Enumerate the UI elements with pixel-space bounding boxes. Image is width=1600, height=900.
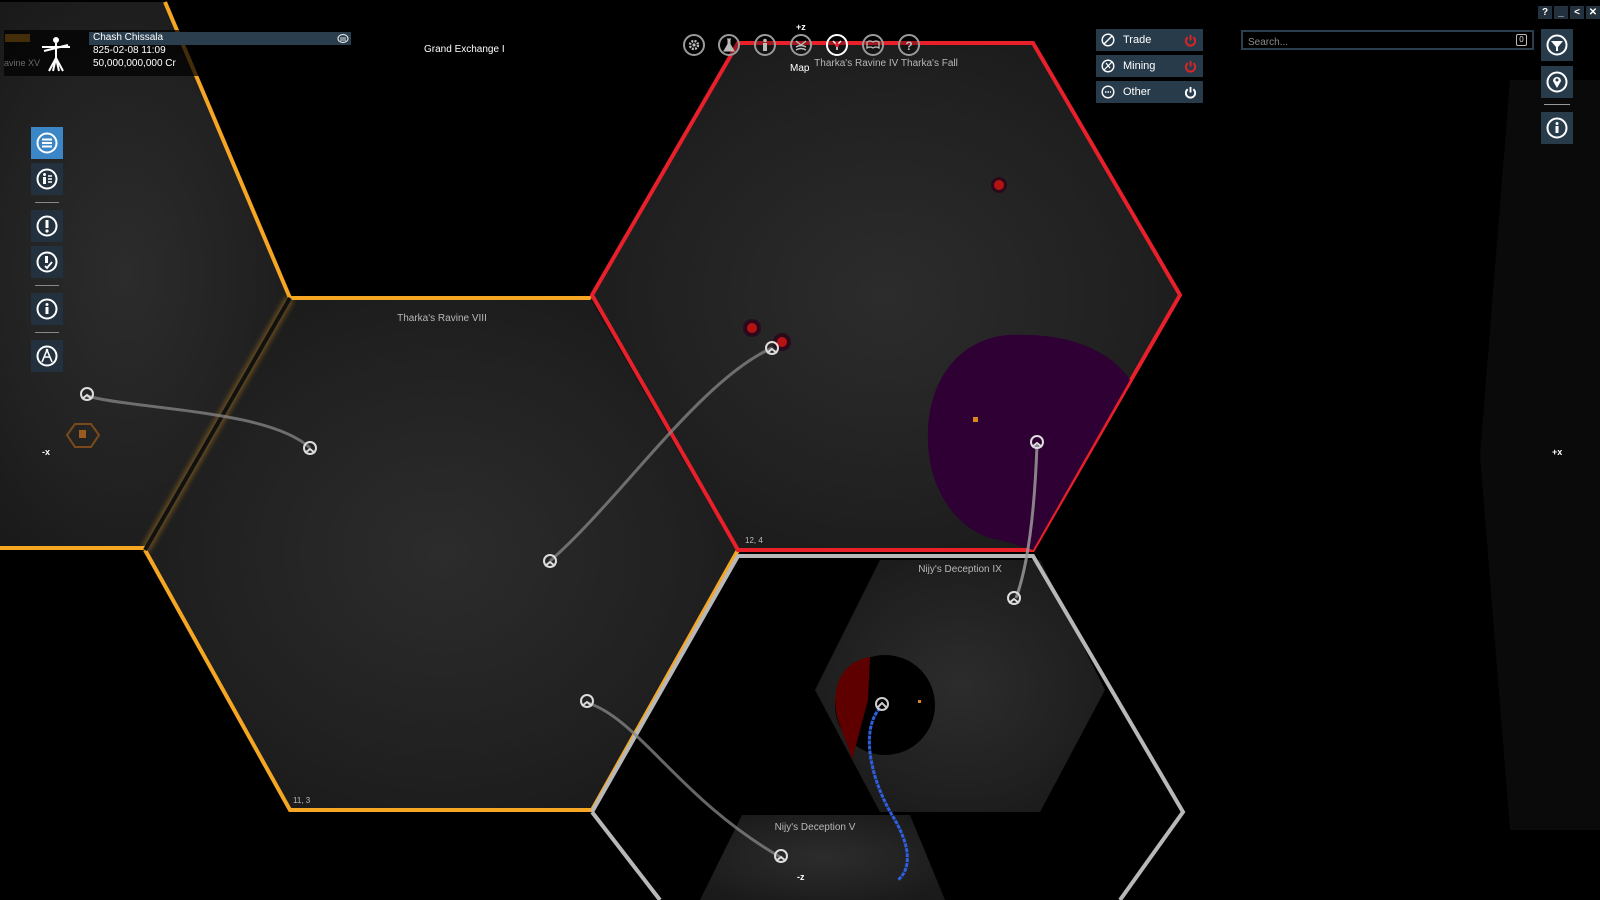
info-icon xyxy=(1546,117,1568,139)
search-box: 0 xyxy=(1241,30,1534,51)
left-sidebar-plot-course-button[interactable] xyxy=(31,340,63,372)
hostile-ship-core xyxy=(994,180,1004,190)
map-canvas[interactable]: Tharka's Ravine VIII 11, 3 Tharka's Ravi… xyxy=(0,0,1600,900)
map-icon xyxy=(832,40,842,50)
other-icon xyxy=(1101,85,1115,99)
filter-funnel-icon xyxy=(1546,34,1568,56)
toolbar-map-button[interactable] xyxy=(826,34,848,56)
right-sidebar-filter-button[interactable] xyxy=(1541,29,1573,61)
hostile-ship-core xyxy=(747,323,757,333)
filter-label: Trade xyxy=(1123,34,1152,46)
sector-name-label: Tharka's Ravine VIII xyxy=(397,313,487,324)
axis-label-plus-z: +z xyxy=(796,22,806,32)
player-info-panel: Chash Chissala 825-02-08 11:09 50,000,00… xyxy=(4,30,508,76)
left-sidebar-property-button[interactable] xyxy=(31,163,63,195)
player-location: Grand Exchange I xyxy=(424,44,505,55)
right-sidebar-location-button[interactable] xyxy=(1541,66,1573,98)
sidebar-divider xyxy=(1544,104,1570,105)
list-icon xyxy=(36,132,58,154)
svg-text:?: ? xyxy=(905,39,912,52)
close-button[interactable]: ✕ xyxy=(1586,6,1600,19)
sidebar-divider xyxy=(35,202,59,203)
filter-toggle-mining[interactable]: Mining xyxy=(1096,55,1203,77)
question-icon: ? xyxy=(905,39,912,52)
sector-name-label: avine XV xyxy=(4,58,41,68)
mining-icon xyxy=(1101,59,1115,73)
minimize-button[interactable]: _ xyxy=(1554,6,1568,19)
compass-icon xyxy=(36,345,58,367)
help-button[interactable]: ? xyxy=(1538,6,1552,19)
sidebar-divider xyxy=(35,285,59,286)
power-icon[interactable] xyxy=(1184,34,1197,47)
sidebar-divider xyxy=(35,332,59,333)
property-icon xyxy=(36,168,58,190)
sector-coords-label: 11, 3 xyxy=(293,796,311,805)
station-marker xyxy=(973,417,978,422)
sector-coords-label: 12, 4 xyxy=(745,536,763,545)
background-hex xyxy=(1480,80,1600,830)
power-icon[interactable] xyxy=(1184,60,1197,73)
axis-label-minus-z: -z xyxy=(797,872,805,882)
gear-icon xyxy=(688,39,700,51)
player-credits: 50,000,000,000 Cr xyxy=(93,58,176,69)
filter-toggle-other[interactable]: Other xyxy=(1096,81,1203,103)
filter-label: Mining xyxy=(1123,60,1156,72)
left-sidebar-alerts-button[interactable] xyxy=(31,210,63,242)
book-icon xyxy=(866,40,880,50)
player-name: Chash Chissala xyxy=(93,32,164,43)
right-sidebar-info-button[interactable] xyxy=(1541,112,1573,144)
toolbar-player-info-button[interactable] xyxy=(754,34,776,56)
sector-name-label: Nijy's Deception V xyxy=(775,822,856,833)
left-sidebar-object-list-button[interactable] xyxy=(31,127,63,159)
search-input[interactable] xyxy=(1243,34,1532,51)
toolbar-settings-button[interactable] xyxy=(683,34,705,56)
axis-label-plus-x: +x xyxy=(1552,447,1562,457)
galaxy-map[interactable]: Tharka's Ravine VIII 11, 3 Tharka's Ravi… xyxy=(0,0,1600,900)
toolbar-encyclopedia-button[interactable] xyxy=(862,34,884,56)
left-sidebar-info-button[interactable] xyxy=(31,293,63,325)
alert-icon xyxy=(36,215,58,237)
alert-check-icon xyxy=(36,251,58,273)
hostile-zone xyxy=(927,334,1130,550)
toolbar-help-button[interactable]: ? xyxy=(898,34,920,56)
sector-name-label: Nijy's Deception IX xyxy=(918,564,1002,575)
toolbar-active-label: Map xyxy=(790,63,810,74)
back-button[interactable]: < xyxy=(1570,6,1584,19)
filter-label: Other xyxy=(1123,86,1151,98)
info-icon xyxy=(36,298,58,320)
power-icon[interactable] xyxy=(1184,86,1197,99)
person-icon xyxy=(763,38,767,51)
search-result-count: 0 xyxy=(1516,34,1527,46)
left-sidebar-mission-alerts-button[interactable] xyxy=(31,246,63,278)
sector-name-label: Tharka's Ravine IV Tharka's Fall xyxy=(814,58,958,69)
station-marker xyxy=(918,700,921,703)
vitruvian-logo-icon xyxy=(42,37,70,72)
trade-icon xyxy=(1101,33,1115,47)
axis-label-minus-x: -x xyxy=(42,447,50,457)
filter-toggle-trade[interactable]: Trade xyxy=(1096,29,1203,51)
toolbar-empire-button[interactable] xyxy=(790,34,812,56)
player-avatar xyxy=(34,34,78,74)
visibility-toggle-icon[interactable] xyxy=(337,33,349,44)
game-datetime: 825-02-08 11:09 xyxy=(93,45,166,56)
empire-icon xyxy=(795,40,807,51)
toolbar-research-button[interactable] xyxy=(718,34,740,56)
flask-icon xyxy=(723,38,735,52)
map-pin-icon xyxy=(1546,71,1568,93)
